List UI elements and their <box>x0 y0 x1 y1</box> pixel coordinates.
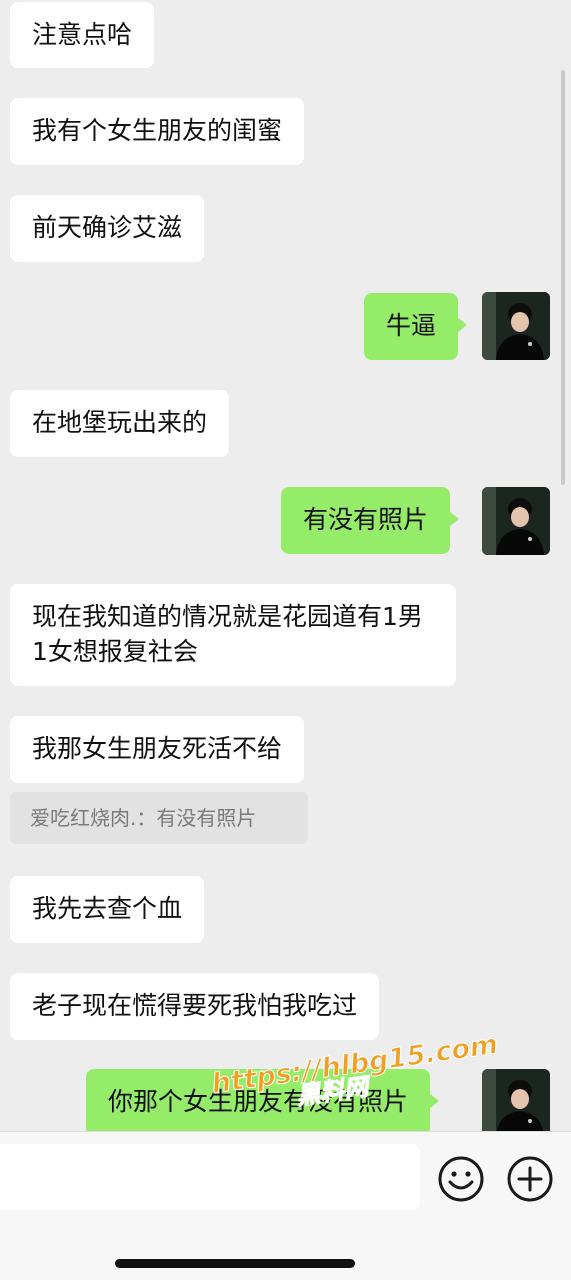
avatar[interactable] <box>482 487 550 555</box>
emoji-icon <box>438 1156 484 1202</box>
message-received[interactable]: 现在我知道的情况就是花园道有1男1女想报复社会 <box>10 584 456 686</box>
message-received[interactable]: 我有个女生朋友的闺蜜 <box>10 98 305 165</box>
message-received[interactable]: 前天确诊艾滋 <box>10 195 205 262</box>
emoji-button[interactable] <box>436 1154 486 1204</box>
avatar-photo-icon <box>482 487 550 555</box>
avatar[interactable] <box>482 1069 550 1131</box>
message-sent[interactable]: 你那个女生朋友有没有照片 <box>86 1069 440 1131</box>
chat-area[interactable]: 注意点哈 我有个女生朋友的闺蜜 前天确诊艾滋 牛逼 在地堡玩出来的 有没有照片 … <box>0 0 571 1131</box>
quoted-reply[interactable]: 爱吃红烧肉.：有没有照片 <box>10 792 308 844</box>
avatar[interactable] <box>482 292 550 360</box>
message-received[interactable]: 注意点哈 <box>10 2 155 68</box>
message-received[interactable]: 我那女生朋友死活不给 <box>10 716 305 783</box>
message-received[interactable]: 我先去查个血 <box>10 876 205 943</box>
add-button[interactable] <box>505 1154 555 1204</box>
message-input[interactable] <box>0 1144 420 1210</box>
home-indicator[interactable] <box>115 1259 355 1268</box>
avatar-photo-icon <box>482 292 550 360</box>
input-bar <box>0 1131 571 1280</box>
message-received[interactable]: 在地堡玩出来的 <box>10 390 230 457</box>
plus-icon <box>507 1156 553 1202</box>
message-received[interactable]: 老子现在慌得要死我怕我吃过 <box>10 973 380 1040</box>
scrollbar-thumb[interactable] <box>561 70 565 485</box>
message-sent[interactable]: 有没有照片 <box>281 487 460 554</box>
message-sent[interactable]: 牛逼 <box>364 293 468 360</box>
avatar-photo-icon <box>482 1069 550 1131</box>
